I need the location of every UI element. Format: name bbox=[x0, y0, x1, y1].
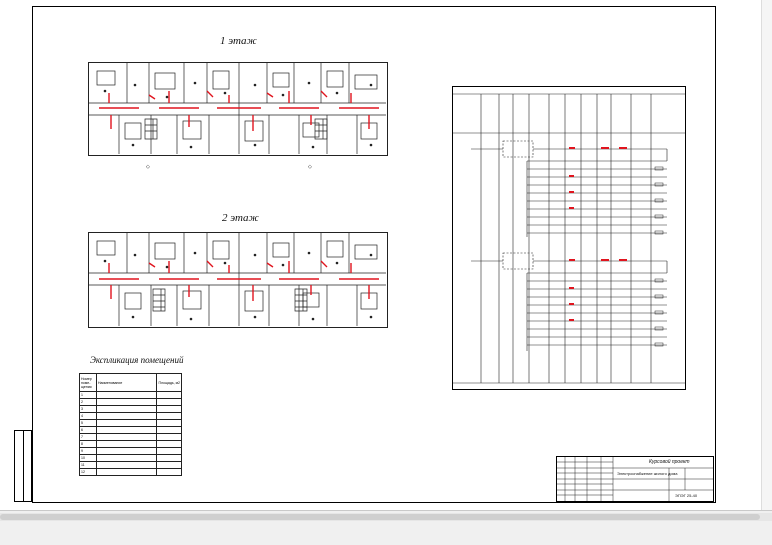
row-name bbox=[95, 419, 158, 427]
row-area bbox=[156, 440, 182, 448]
row-area bbox=[156, 468, 182, 476]
floor1-title: 1 этаж bbox=[220, 35, 257, 47]
row-area bbox=[156, 433, 182, 441]
title-block-code: ЭПЭГ 25-40 bbox=[675, 493, 698, 498]
row-area bbox=[156, 461, 182, 469]
vertical-scrollbar[interactable] bbox=[761, 0, 772, 510]
table-row: 7 bbox=[79, 433, 182, 441]
table-row: 2 bbox=[79, 398, 182, 406]
row-name bbox=[95, 391, 158, 399]
table-row: 6 bbox=[79, 426, 182, 434]
row-number: 5 bbox=[79, 419, 97, 427]
table-row: 9 bbox=[79, 447, 182, 455]
row-name bbox=[95, 461, 158, 469]
row-area bbox=[156, 412, 182, 420]
table-row: 5 bbox=[79, 419, 182, 427]
row-name bbox=[95, 412, 158, 420]
row-number: 6 bbox=[79, 426, 97, 434]
table-row: 8 bbox=[79, 440, 182, 448]
floor2-plan-drawing bbox=[89, 233, 386, 326]
row-name bbox=[95, 447, 158, 455]
explication-header-area: Площадь, м2 bbox=[156, 373, 182, 392]
row-area bbox=[156, 391, 182, 399]
row-number: 3 bbox=[79, 405, 97, 413]
explication-header-number: Номер поме-щения bbox=[79, 373, 97, 392]
row-area bbox=[156, 419, 182, 427]
row-name bbox=[95, 426, 158, 434]
schema-symbols bbox=[654, 166, 664, 347]
table-row: 10 bbox=[79, 454, 182, 462]
row-area bbox=[156, 426, 182, 434]
floor2-title: 2 этаж bbox=[222, 212, 259, 224]
title-block-project: Курсовой проект bbox=[649, 459, 690, 465]
left-margin-stamp bbox=[14, 430, 24, 502]
floor1-label-left: ◇ bbox=[146, 164, 150, 170]
floor1-label-right: ◇ bbox=[308, 164, 312, 170]
floor1-plan-drawing bbox=[89, 63, 386, 154]
table-row: 3 bbox=[79, 405, 182, 413]
lighting-network-schema bbox=[452, 86, 686, 390]
row-number: 9 bbox=[79, 447, 97, 455]
table-row: 4 bbox=[79, 412, 182, 420]
row-number: 8 bbox=[79, 440, 97, 448]
row-number: 4 bbox=[79, 412, 97, 420]
title-block-sheet-name: Электроснабжение жилого дома bbox=[617, 471, 678, 476]
schema-red-marks bbox=[569, 147, 627, 321]
table-row: 1 bbox=[79, 391, 182, 399]
row-name bbox=[95, 398, 158, 406]
row-name bbox=[95, 405, 158, 413]
row-number: 2 bbox=[79, 398, 97, 406]
drawing-sheet: 1 этаж ◇ ◇ 2 этаж Экспликация помещений … bbox=[0, 0, 772, 510]
left-margin-stamp-column bbox=[24, 430, 32, 502]
row-name bbox=[95, 440, 158, 448]
row-area bbox=[156, 454, 182, 462]
explication-title: Экспликация помещений bbox=[90, 355, 184, 365]
explication-header-name: Наименование bbox=[95, 373, 158, 392]
floor1-plan bbox=[88, 62, 388, 156]
floor2-plan bbox=[88, 232, 388, 328]
table-row: 11 bbox=[79, 461, 182, 469]
row-name bbox=[95, 454, 158, 462]
row-number: 1 bbox=[79, 391, 97, 399]
explication-table: Номер поме-щения Наименование Площадь, м… bbox=[79, 373, 182, 476]
table-row: 12 bbox=[79, 468, 182, 476]
row-number: 7 bbox=[79, 433, 97, 441]
title-block: Курсовой проект Электроснабжение жилого … bbox=[556, 456, 714, 502]
row-name bbox=[95, 468, 158, 476]
row-area bbox=[156, 447, 182, 455]
row-number: 10 bbox=[79, 454, 97, 462]
row-number: 11 bbox=[79, 461, 97, 469]
row-area bbox=[156, 398, 182, 406]
row-number: 12 bbox=[79, 468, 97, 476]
row-name bbox=[95, 433, 158, 441]
schema-drawing bbox=[453, 93, 685, 384]
horizontal-scrollbar-thumb[interactable] bbox=[0, 514, 760, 520]
row-area bbox=[156, 405, 182, 413]
